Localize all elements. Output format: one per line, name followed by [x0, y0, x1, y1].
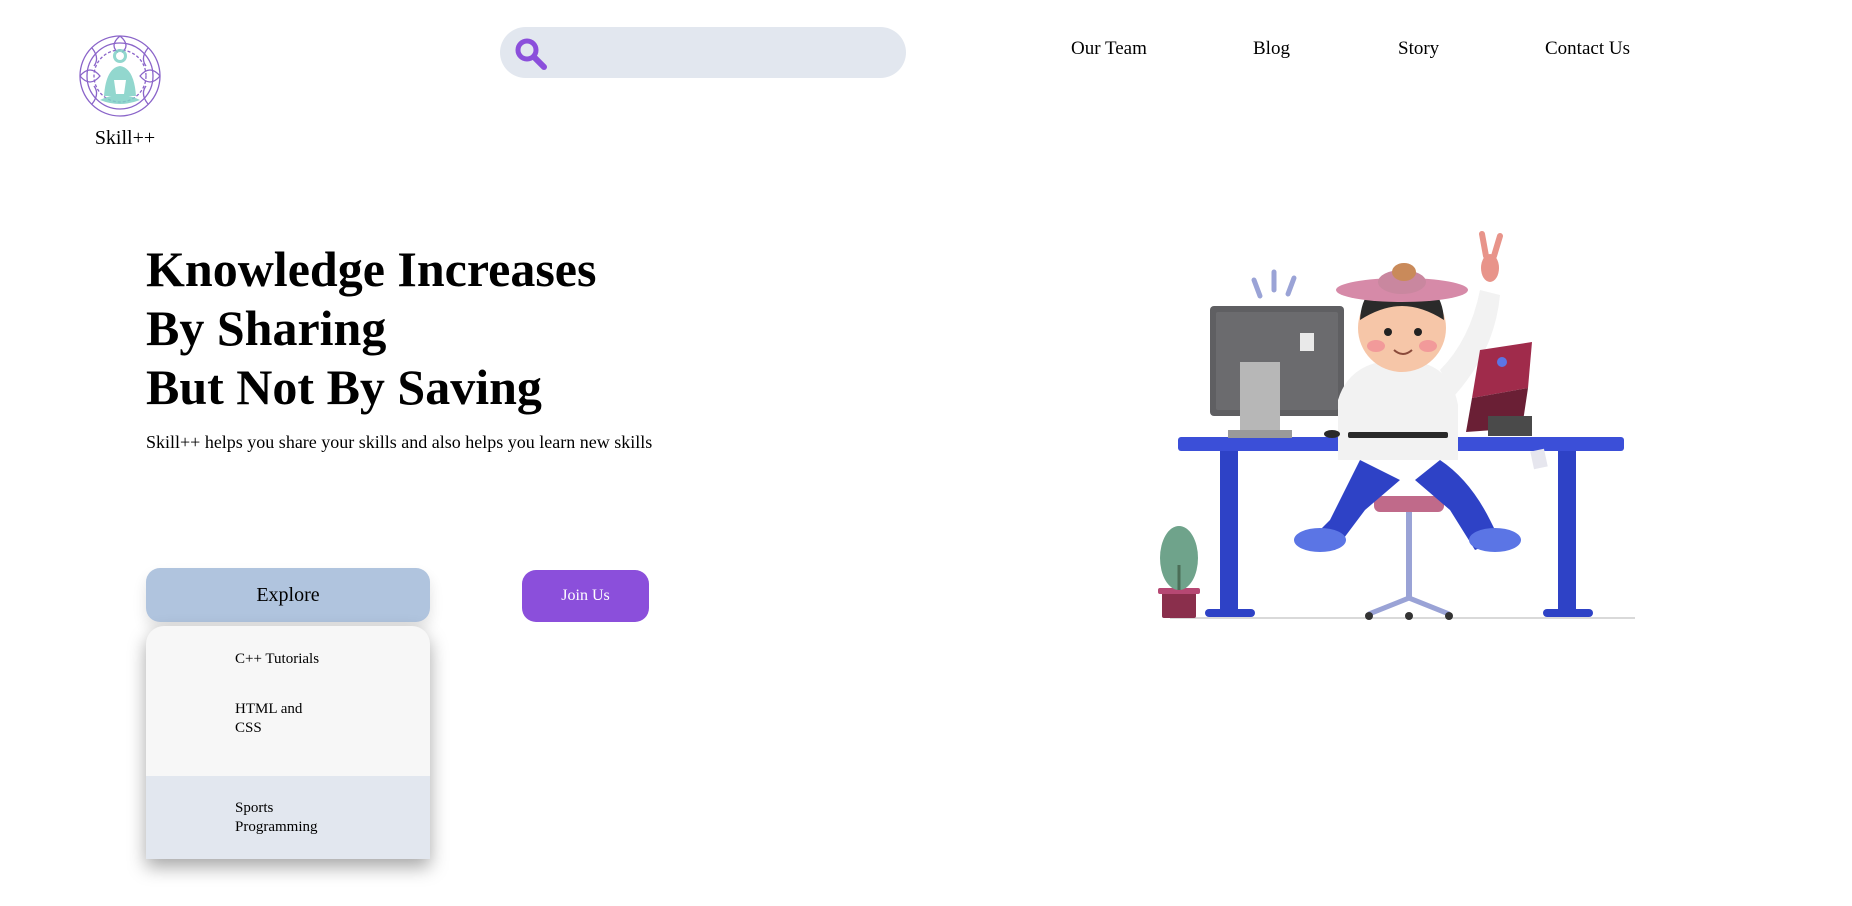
hero-headline: Knowledge Increases By Sharing But Not B… — [146, 240, 596, 417]
search-bar[interactable] — [500, 27, 906, 78]
search-icon[interactable] — [514, 37, 548, 71]
nav-contact-us[interactable]: Contact Us — [1545, 38, 1630, 60]
person-at-desk-illustration — [1158, 231, 1635, 620]
join-us-button[interactable]: Join Us — [522, 570, 649, 622]
dropdown-item-label: HTML and CSS — [235, 701, 303, 736]
explore-dropdown-menu: C++ Tutorials HTML and CSS Sports Progra… — [146, 626, 430, 859]
dropdown-item-label: Sports Programming — [235, 800, 318, 835]
dropdown-item-cpp[interactable]: C++ Tutorials — [146, 626, 430, 692]
nav-blog[interactable]: Blog — [1253, 38, 1290, 60]
mandala-logo-icon[interactable] — [70, 34, 170, 118]
headline-line-2: By Sharing — [146, 300, 387, 356]
search-input[interactable] — [558, 35, 892, 71]
nav-story[interactable]: Story — [1398, 38, 1439, 60]
hero-tagline: Skill++ helps you share your skills and … — [146, 432, 653, 452]
headline-line-1: Knowledge Increases — [146, 241, 597, 297]
explore-button[interactable]: Explore — [146, 568, 430, 622]
nav-our-team[interactable]: Our Team — [1071, 38, 1147, 60]
dropdown-item-sports-programming[interactable]: Sports Programming — [146, 776, 430, 859]
dropdown-item-label: C++ Tutorials — [235, 651, 320, 667]
brand-name: Skill++ — [94, 127, 156, 149]
headline-line-3: But Not By Saving — [146, 359, 542, 415]
